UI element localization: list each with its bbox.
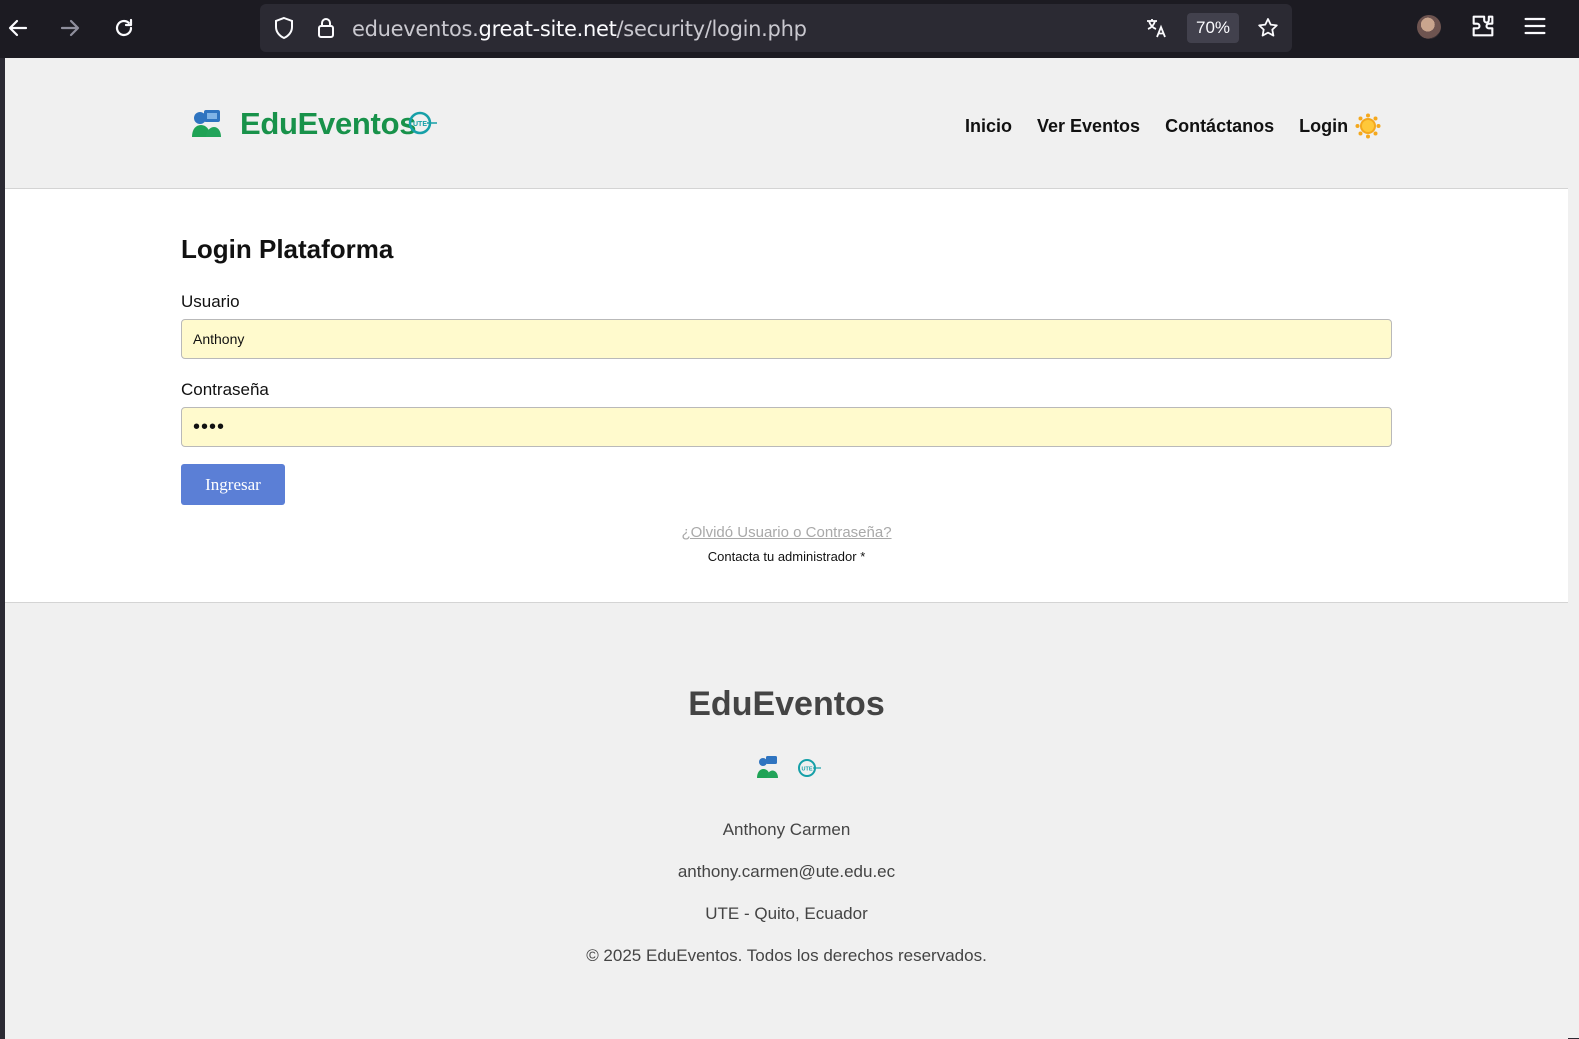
ute-logo-icon: UTE xyxy=(798,759,821,777)
forward-button[interactable] xyxy=(52,10,88,46)
scroll-gutter xyxy=(1568,58,1579,1038)
nav-ver-eventos[interactable]: Ver Eventos xyxy=(1037,116,1140,137)
nav-contactanos[interactable]: Contáctanos xyxy=(1165,116,1274,137)
site-footer: EduEventos UTE Anthony Carmen anthony.ca… xyxy=(5,602,1568,1039)
people-logo-icon[interactable] xyxy=(190,108,222,138)
nav-inicio[interactable]: Inicio xyxy=(965,116,1012,137)
contact-admin-note: Contacta tu administrador * xyxy=(707,549,866,564)
forgot-credentials-link[interactable]: ¿Olvidó Usuario o Contraseña? xyxy=(5,524,1568,541)
back-arrow-icon xyxy=(8,19,28,37)
footer-author: Anthony Carmen xyxy=(722,820,851,839)
username-label: Usuario xyxy=(181,292,240,311)
extensions-icon[interactable] xyxy=(1469,12,1497,40)
main-nav: Inicio Ver Eventos Contáctanos Login xyxy=(965,116,1373,137)
url-text[interactable]: edueventos.great-site.net/security/login… xyxy=(352,17,807,41)
nav-login[interactable]: Login xyxy=(1299,116,1348,137)
address-bar[interactable]: edueventos.great-site.net/security/login… xyxy=(260,4,1292,52)
bookmark-star-icon[interactable] xyxy=(1256,16,1280,40)
ute-logo-icon: UTE xyxy=(408,111,437,135)
translate-icon[interactable] xyxy=(1144,16,1168,40)
password-label: Contraseña xyxy=(181,380,269,399)
footer-location: UTE - Quito, Ecuador xyxy=(705,904,868,923)
lock-icon[interactable] xyxy=(314,16,338,40)
reload-icon xyxy=(115,18,133,37)
username-input[interactable] xyxy=(181,319,1392,359)
svg-text:UTE: UTE xyxy=(413,121,427,128)
theme-toggle-sun-icon[interactable] xyxy=(1355,113,1381,139)
footer-email: anthony.carmen@ute.edu.ec xyxy=(677,862,896,881)
footer-logos: UTE xyxy=(757,756,821,778)
forward-arrow-icon xyxy=(60,19,80,37)
back-button[interactable] xyxy=(0,10,36,46)
svg-text:UTE: UTE xyxy=(802,767,813,773)
footer-brand: EduEventos xyxy=(688,685,885,723)
password-input[interactable] xyxy=(181,407,1392,447)
browser-toolbar: edueventos.great-site.net/security/login… xyxy=(0,0,1579,58)
site-brand[interactable]: EduEventos xyxy=(240,106,416,142)
reload-button[interactable] xyxy=(106,10,142,46)
login-section: Login Plataforma Usuario Contraseña Ingr… xyxy=(5,189,1568,602)
people-logo-icon xyxy=(757,756,778,778)
zoom-level[interactable]: 70% xyxy=(1187,13,1239,43)
web-page: EduEventos UTE Inicio Ver Eventos Contác… xyxy=(5,58,1568,1039)
account-avatar[interactable] xyxy=(1417,15,1441,39)
menu-icon[interactable] xyxy=(1521,12,1549,40)
page-title: Login Plataforma xyxy=(181,234,394,264)
shield-icon[interactable] xyxy=(272,16,296,40)
site-header: EduEventos UTE Inicio Ver Eventos Contác… xyxy=(5,58,1568,189)
login-submit-button[interactable]: Ingresar xyxy=(181,464,285,505)
footer-copyright: © 2025 EduEventos. Todos los derechos re… xyxy=(586,946,987,965)
